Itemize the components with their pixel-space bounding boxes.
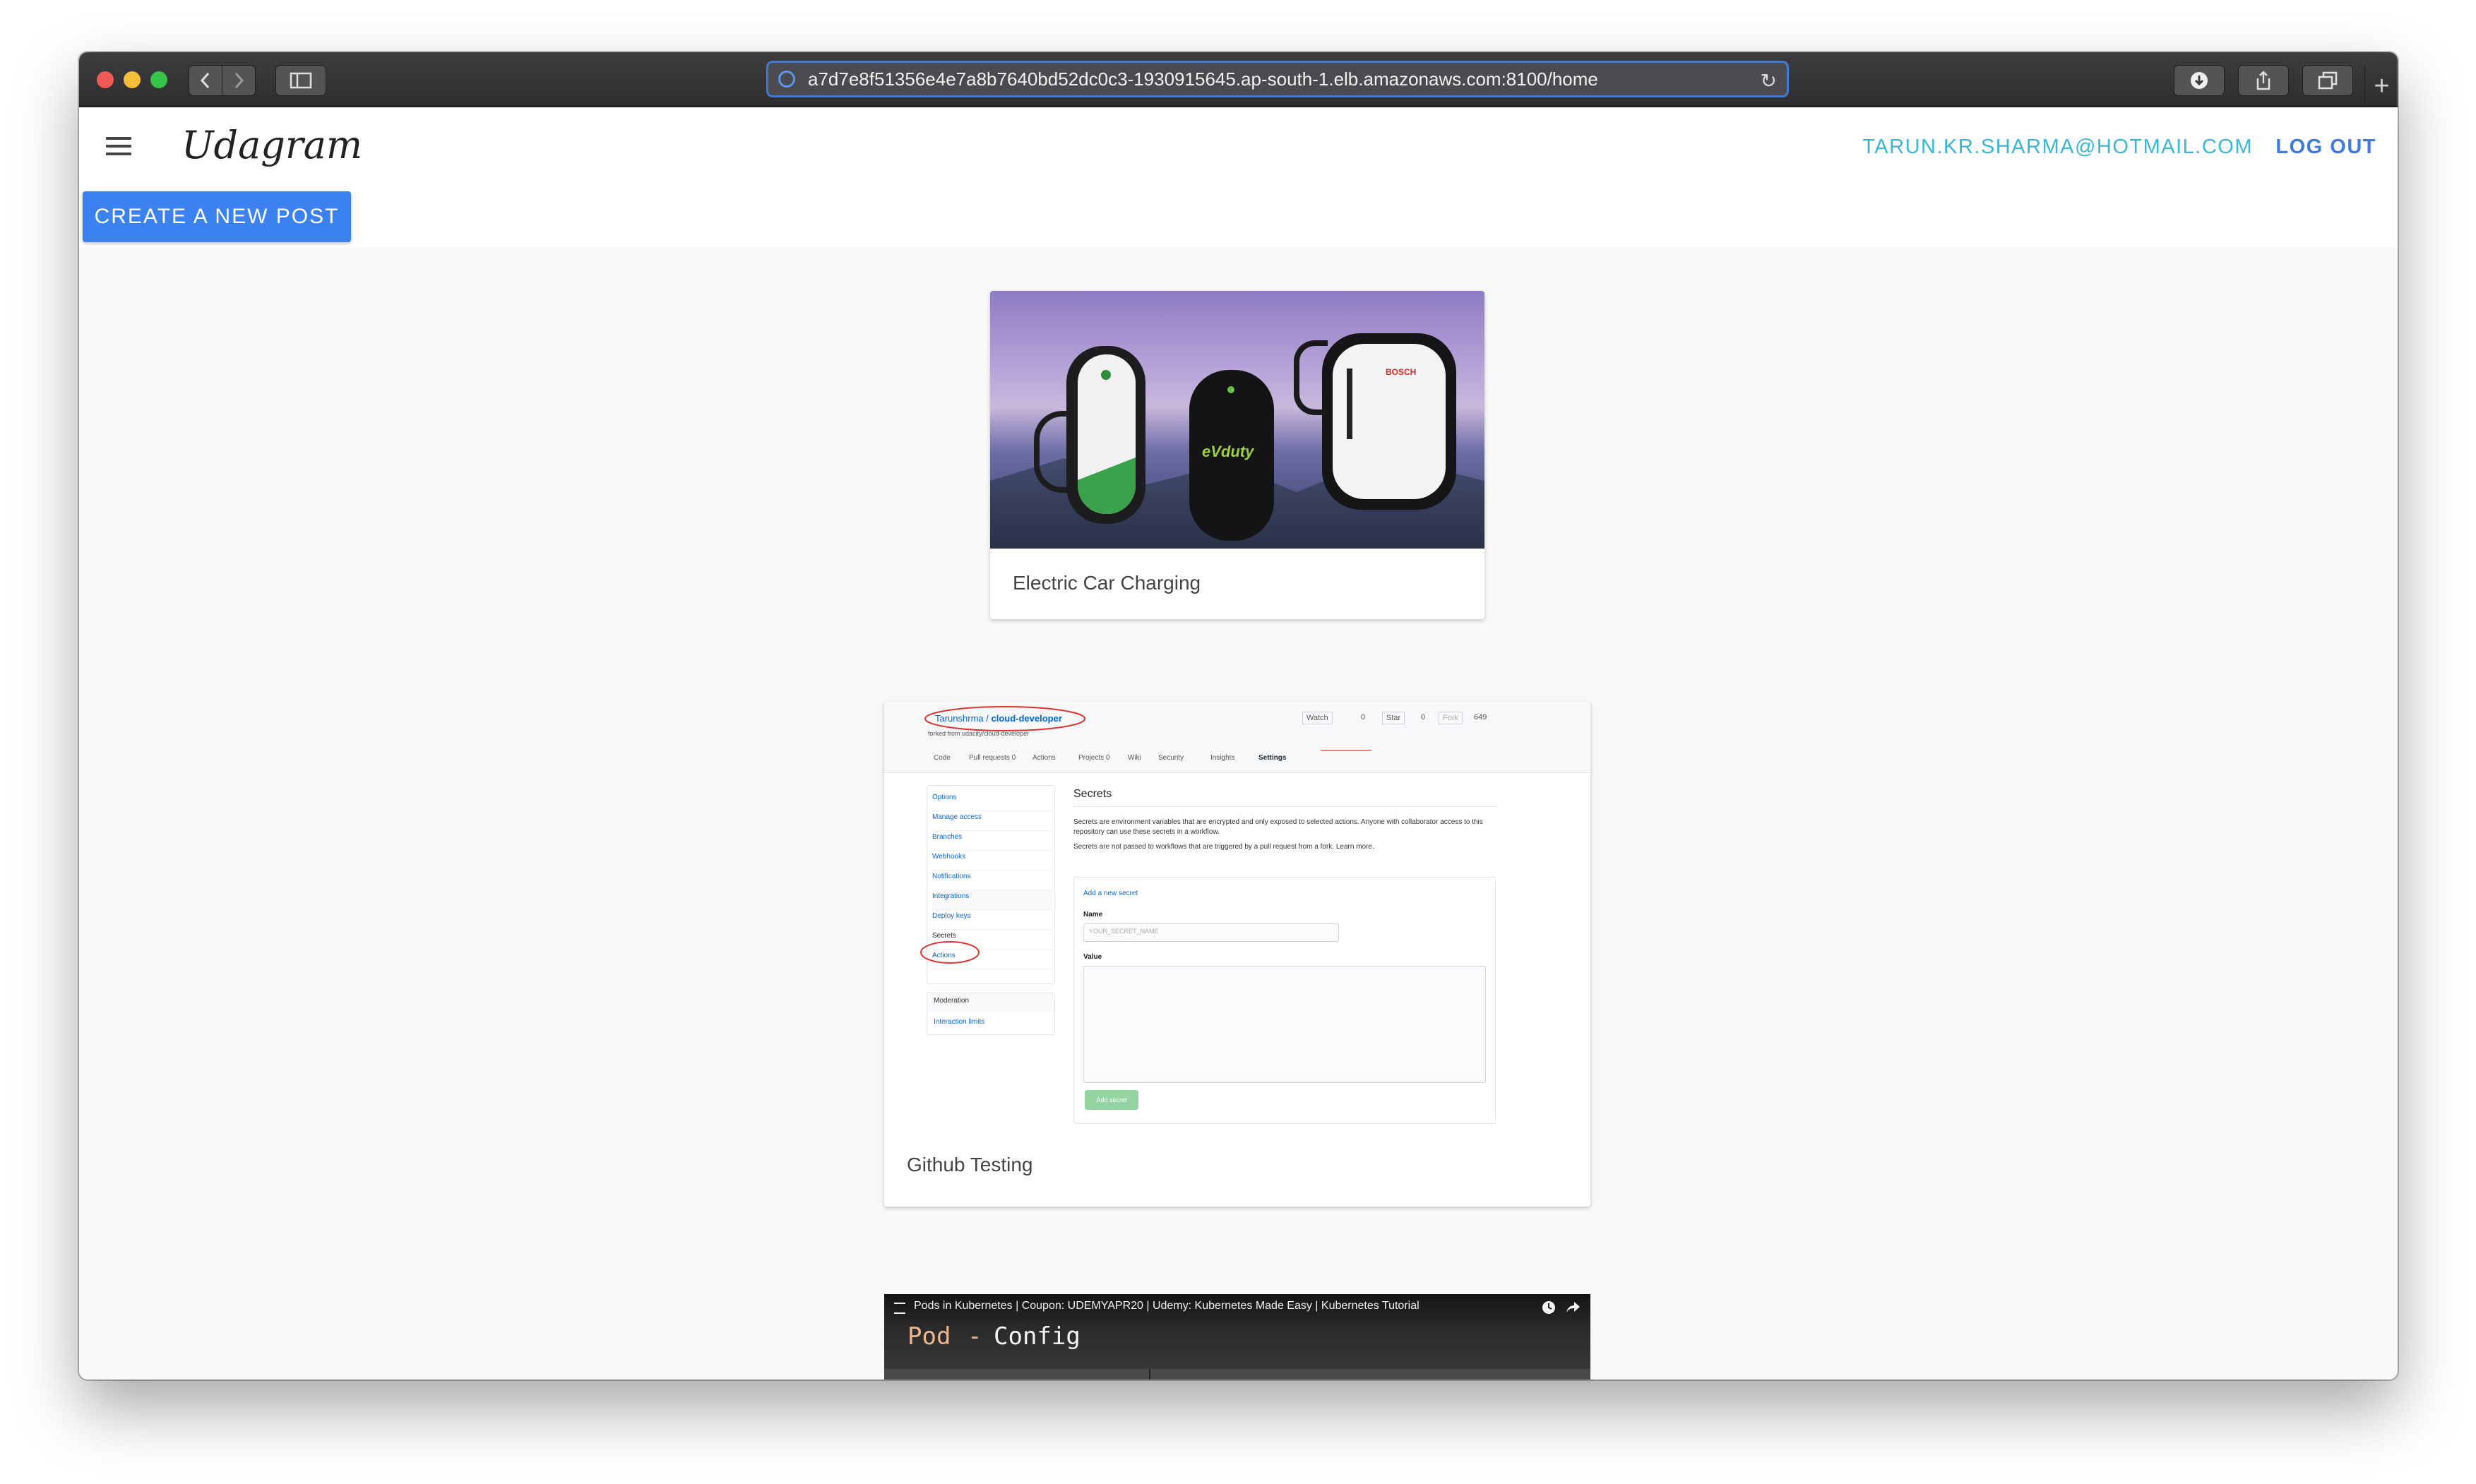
secrets-title: Secrets <box>1073 788 1112 800</box>
reload-icon[interactable]: ↻ <box>1761 69 1777 92</box>
secrets-note: Secrets are not passed to workflows that… <box>1073 843 1374 851</box>
settings-menu-item: Deploy keys <box>932 909 1052 930</box>
clock-icon[interactable] <box>1541 1300 1557 1315</box>
repo-tab: Projects 0 <box>1078 754 1110 762</box>
settings-menu-item: Notifications <box>932 870 1052 890</box>
feed-image: Tarunshrma / cloud-developer forked from… <box>884 702 1590 1139</box>
interaction-limits-link: Interaction limits <box>934 1018 985 1026</box>
annotation-circle-icon <box>924 706 1085 731</box>
repo-tab: Wiki <box>1128 754 1141 762</box>
forward-button[interactable] <box>222 65 256 96</box>
feed-caption: Github Testing <box>907 1154 1033 1175</box>
browser-toolbar: a7d7e8f51356e4e7a8b7640bd52dc0c3-1930915… <box>79 52 2398 107</box>
evduty-label: eVduty <box>1202 443 1254 460</box>
sidebar-toggle-button[interactable] <box>275 65 326 96</box>
fork-label: Fork <box>1443 714 1458 722</box>
address-url: a7d7e8f51356e4e7a8b7640bd52dc0c3-1930915… <box>808 68 1598 90</box>
download-icon <box>2191 72 2208 89</box>
chevron-left-icon <box>200 72 210 89</box>
back-button[interactable] <box>189 65 222 96</box>
feed-image: eVduty BOSCH <box>990 291 1484 549</box>
tab-overview-button[interactable] <box>2302 65 2353 96</box>
minimize-window-button[interactable] <box>124 71 141 88</box>
slide-separator: - <box>968 1322 982 1351</box>
watch-label: Watch <box>1307 714 1328 722</box>
settings-menu-item: Manage access <box>932 810 1052 831</box>
chevron-right-icon <box>234 72 244 89</box>
menu-icon[interactable] <box>106 137 131 160</box>
feed-item[interactable]: eVduty BOSCH Electric Car Charging <box>990 291 1484 619</box>
repo-tab: Code <box>934 754 951 762</box>
user-email-link[interactable]: TARUN.KR.SHARMA@HOTMAIL.COM <box>1862 136 2253 159</box>
value-label: Value <box>1083 953 1102 961</box>
fork-count: 649 <box>1474 713 1487 722</box>
site-favicon-icon <box>778 71 795 88</box>
repo-tab: Security <box>1158 754 1184 762</box>
secrets-desc: Secrets are environment variables that a… <box>1073 818 1483 836</box>
close-window-button[interactable] <box>97 71 114 88</box>
zoom-window-button[interactable] <box>150 71 167 88</box>
repo-tabs: Code Pull requests 0 Actions Projects 0 Wiki… <box>934 754 1569 768</box>
add-secret-link: Add a new secret <box>1083 890 1138 897</box>
browser-window: a7d7e8f51356e4e7a8b7640bd52dc0c3-1930915… <box>79 52 2398 1380</box>
name-placeholder: YOUR_SECRET_NAME <box>1089 928 1159 935</box>
annotation-circle-icon <box>920 941 980 964</box>
settings-menu-item: Options <box>932 791 1052 811</box>
add-secret-button: Add secret <box>1085 1090 1138 1110</box>
feed-caption: Electric Car Charging <box>1013 572 1201 594</box>
action-bar <box>79 185 2398 247</box>
feed-video[interactable]: Pods in Kubernetes | Coupon: UDEMYAPR20 … <box>884 1294 1590 1380</box>
downloads-button[interactable] <box>2174 65 2225 96</box>
share-icon[interactable] <box>1565 1300 1581 1315</box>
repo-tab: Pull requests 0 <box>969 754 1016 762</box>
feed-item[interactable]: Tarunshrma / cloud-developer forked from… <box>884 702 1590 1207</box>
name-label: Name <box>1083 911 1103 918</box>
video-title: Pods in Kubernetes | Coupon: UDEMYAPR20 … <box>914 1300 1419 1312</box>
share-button[interactable] <box>2238 65 2289 96</box>
star-count: 0 <box>1421 713 1426 722</box>
playlist-icon <box>894 1303 905 1314</box>
repo-tab: Actions <box>1032 754 1056 762</box>
star-label: Star <box>1386 714 1401 722</box>
watch-count: 0 <box>1361 713 1366 722</box>
app-header: Udagram TARUN.KR.SHARMA@HOTMAIL.COM LOG … <box>79 107 2398 185</box>
settings-menu-item: Integrations <box>932 890 1052 910</box>
tabs-icon <box>2318 71 2338 90</box>
address-bar[interactable]: a7d7e8f51356e4e7a8b7640bd52dc0c3-1930915… <box>766 61 1789 97</box>
bosch-label: BOSCH <box>1386 367 1417 377</box>
share-icon <box>2256 71 2270 90</box>
logout-button[interactable]: LOG OUT <box>2275 136 2376 159</box>
repo-tab: Insights <box>1210 754 1235 762</box>
slide-word-pod: Pod <box>907 1322 951 1351</box>
sidebar-icon <box>290 72 312 89</box>
new-tab-button[interactable]: + <box>2364 65 2398 106</box>
slide-word-config: Config <box>994 1322 1081 1351</box>
create-post-button[interactable]: CREATE A NEW POST <box>83 191 351 242</box>
repo-tab: Settings <box>1258 754 1287 762</box>
forked-from: forked from udacity/cloud-developer <box>928 730 1030 737</box>
moderation-title: Moderation <box>934 997 970 1005</box>
settings-menu-item: Branches <box>932 830 1052 851</box>
brand-logo[interactable]: Udagram <box>181 123 362 167</box>
settings-menu-item: Webhooks <box>932 850 1052 870</box>
